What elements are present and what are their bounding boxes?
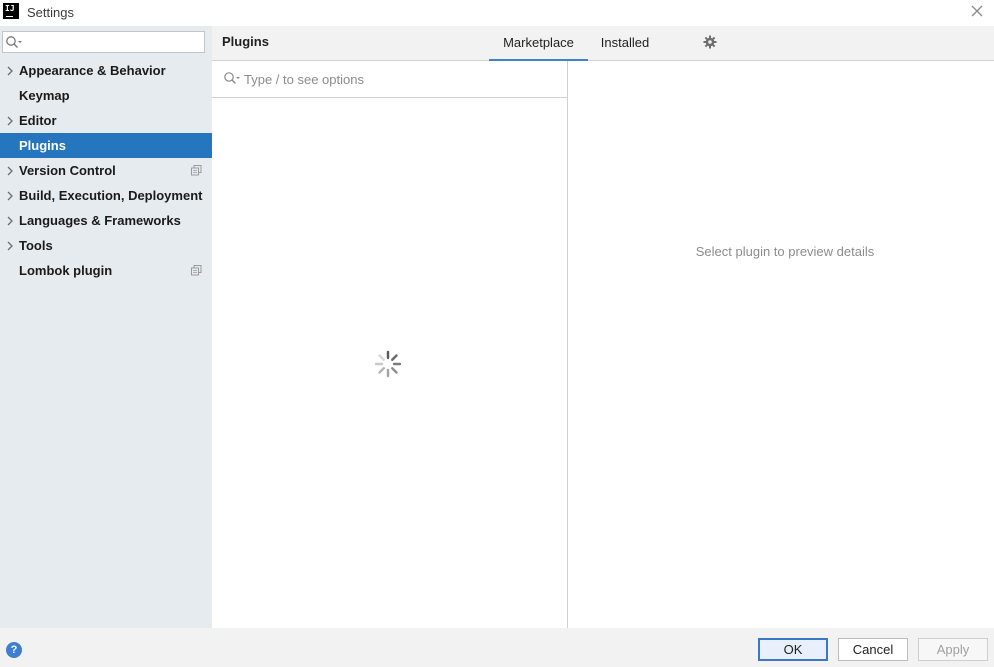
plugin-search-input[interactable] [244, 70, 554, 88]
sidebar-search-input[interactable] [25, 34, 200, 50]
plugins-header: Plugins Marketplace Installed [212, 26, 994, 62]
chevron-right-icon[interactable] [6, 241, 14, 251]
tab-installed[interactable]: Installed [589, 26, 661, 61]
ok-button[interactable]: OK [758, 638, 828, 661]
sidebar-item-tools[interactable]: Tools [0, 233, 212, 258]
plugin-list-panel [212, 61, 568, 628]
details-empty-text: Select plugin to preview details [695, 244, 875, 259]
sidebar-item-label: Tools [19, 238, 53, 253]
sidebar-item-label: Version Control [19, 163, 116, 178]
intellij-logo-icon: IJ [3, 3, 19, 19]
sidebar-item-editor[interactable]: Editor [0, 108, 212, 133]
chevron-right-icon[interactable] [6, 116, 14, 126]
search-icon [6, 36, 22, 48]
dialog-footer: ? OK Cancel Apply [0, 628, 994, 667]
chevron-right-icon[interactable] [6, 166, 14, 176]
sidebar-search-field[interactable] [2, 31, 205, 53]
sidebar-item-version-control[interactable]: Version Control [0, 158, 212, 183]
sidebar-item-label: Keymap [19, 88, 70, 103]
sidebar-item-label: Appearance & Behavior [19, 63, 166, 78]
sidebar-item-label: Languages & Frameworks [19, 213, 181, 228]
plugins-page: Plugins Marketplace Installed Type / to … [212, 26, 994, 628]
apply-button[interactable]: Apply [918, 638, 988, 661]
cancel-button[interactable]: Cancel [838, 638, 908, 661]
settings-nav-list: Appearance & Behavior Keymap Editor Plug… [0, 58, 212, 283]
sidebar-item-plugins[interactable]: Plugins [0, 133, 212, 158]
loading-spinner-icon [374, 350, 402, 378]
gear-icon[interactable] [703, 35, 717, 49]
chevron-right-icon[interactable] [6, 191, 14, 201]
sidebar-item-keymap[interactable]: Keymap [0, 83, 212, 108]
window-title: Settings [27, 5, 74, 20]
chevron-right-icon[interactable] [6, 66, 14, 76]
sidebar-item-label: Plugins [19, 138, 66, 153]
project-settings-icon [191, 265, 202, 276]
project-settings-icon [191, 165, 202, 176]
sidebar-item-build-execution-deployment[interactable]: Build, Execution, Deployment [0, 183, 212, 208]
plugin-details-panel: Select plugin to preview details [568, 61, 994, 628]
plugin-search-field[interactable] [212, 61, 567, 98]
title-bar: IJ Settings [0, 0, 994, 26]
sidebar-item-lombok-plugin[interactable]: Lombok plugin [0, 258, 212, 283]
tab-marketplace[interactable]: Marketplace [489, 26, 588, 62]
page-title: Plugins [222, 34, 269, 49]
close-icon[interactable] [970, 4, 984, 18]
sidebar-item-appearance-behavior[interactable]: Appearance & Behavior [0, 58, 212, 83]
chevron-right-icon[interactable] [6, 216, 14, 226]
search-icon [224, 72, 240, 84]
sidebar-item-label: Lombok plugin [19, 263, 113, 278]
sidebar-item-label: Editor [19, 113, 57, 128]
sidebar-item-label: Build, Execution, Deployment [19, 188, 203, 203]
help-icon[interactable]: ? [6, 642, 22, 658]
sidebar-item-languages-frameworks[interactable]: Languages & Frameworks [0, 208, 212, 233]
settings-sidebar: Appearance & Behavior Keymap Editor Plug… [0, 26, 212, 628]
